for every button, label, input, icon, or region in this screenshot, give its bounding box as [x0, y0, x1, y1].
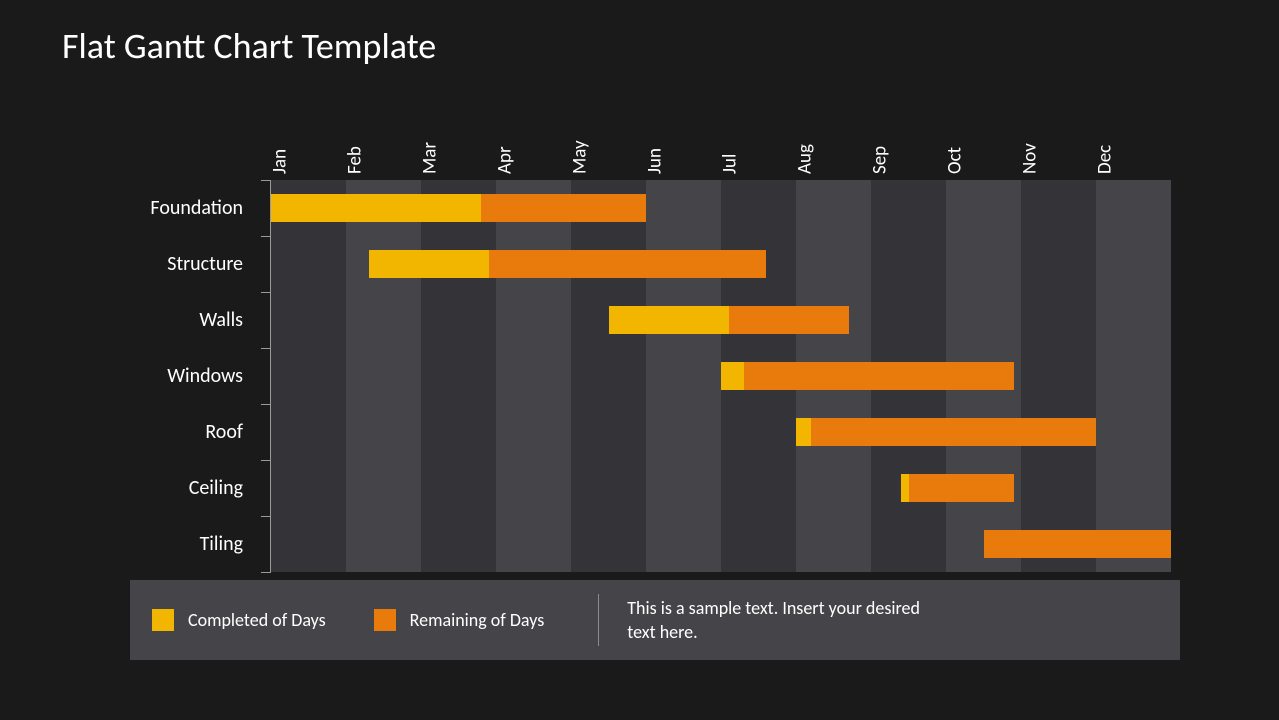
gantt-grid: FoundationStructureWallsWindowsRoofCeili…	[270, 180, 1170, 572]
month-label: Apr	[494, 146, 517, 174]
task-bar-remaining	[984, 530, 1172, 558]
grid-column	[346, 180, 421, 572]
task-bar-remaining	[481, 194, 646, 222]
task-bar-remaining	[744, 362, 1014, 390]
task-label: Structure	[167, 252, 243, 276]
month-label: Jun	[644, 148, 667, 174]
row-tick	[261, 572, 271, 573]
row-tick	[261, 460, 271, 461]
month-label: Mar	[419, 142, 442, 174]
month-label: Nov	[1019, 143, 1042, 174]
legend-remaining-label: Remaining of Days	[410, 609, 545, 631]
grid-column	[1021, 180, 1096, 572]
task-label: Windows	[167, 364, 243, 388]
month-label: Feb	[344, 146, 367, 174]
month-header: Jan Feb Mar Apr May Jun Jul Aug Sep Oct Nov Dec	[270, 100, 1170, 180]
row-tick	[261, 236, 271, 237]
grid-column	[646, 180, 721, 572]
legend-completed-label: Completed of Days	[188, 609, 326, 631]
swatch-completed	[152, 609, 174, 631]
grid-column	[496, 180, 571, 572]
month-label: Jul	[719, 154, 742, 174]
task-bar-completed	[901, 474, 909, 502]
task-bar-remaining	[489, 250, 767, 278]
task-bar-completed	[796, 418, 811, 446]
task-label: Foundation	[150, 196, 243, 220]
task-label: Roof	[205, 420, 243, 444]
task-bar	[609, 306, 849, 334]
month-label: Aug	[794, 144, 817, 174]
row-tick	[261, 516, 271, 517]
task-bar	[271, 194, 646, 222]
row-tick	[261, 292, 271, 293]
row-tick	[261, 348, 271, 349]
legend-note: This is a sample text. Insert your desir…	[627, 596, 937, 645]
task-bar-remaining	[909, 474, 1014, 502]
task-bar-completed	[609, 306, 729, 334]
task-label: Tiling	[200, 532, 243, 556]
task-bar	[369, 250, 767, 278]
task-bar-completed	[271, 194, 481, 222]
task-bar	[721, 362, 1014, 390]
row-tick	[261, 180, 271, 181]
grid-column	[421, 180, 496, 572]
swatch-remaining	[374, 609, 396, 631]
legend-remaining: Remaining of Days	[374, 609, 545, 631]
legend-bar: Completed of Days Remaining of Days This…	[130, 580, 1180, 660]
page-title: Flat Gantt Chart Template	[62, 24, 436, 68]
month-label: May	[569, 140, 592, 174]
gantt-chart: Jan Feb Mar Apr May Jun Jul Aug Sep Oct Nov Dec Fou…	[130, 100, 1180, 572]
grid-column	[1096, 180, 1171, 572]
task-bar	[984, 530, 1172, 558]
month-label: Oct	[944, 147, 967, 174]
task-bar-completed	[369, 250, 489, 278]
task-bar	[901, 474, 1014, 502]
month-label: Dec	[1094, 145, 1117, 174]
legend-completed: Completed of Days	[152, 609, 326, 631]
month-label: Sep	[869, 146, 892, 174]
task-bar-completed	[721, 362, 744, 390]
task-label: Walls	[199, 308, 243, 332]
grid-column	[271, 180, 346, 572]
task-bar	[796, 418, 1096, 446]
task-bar-remaining	[729, 306, 849, 334]
month-label: Jan	[269, 149, 292, 174]
task-label: Ceiling	[189, 476, 243, 500]
task-bar-remaining	[811, 418, 1096, 446]
legend-divider	[598, 594, 599, 646]
row-tick	[261, 404, 271, 405]
grid-column	[571, 180, 646, 572]
